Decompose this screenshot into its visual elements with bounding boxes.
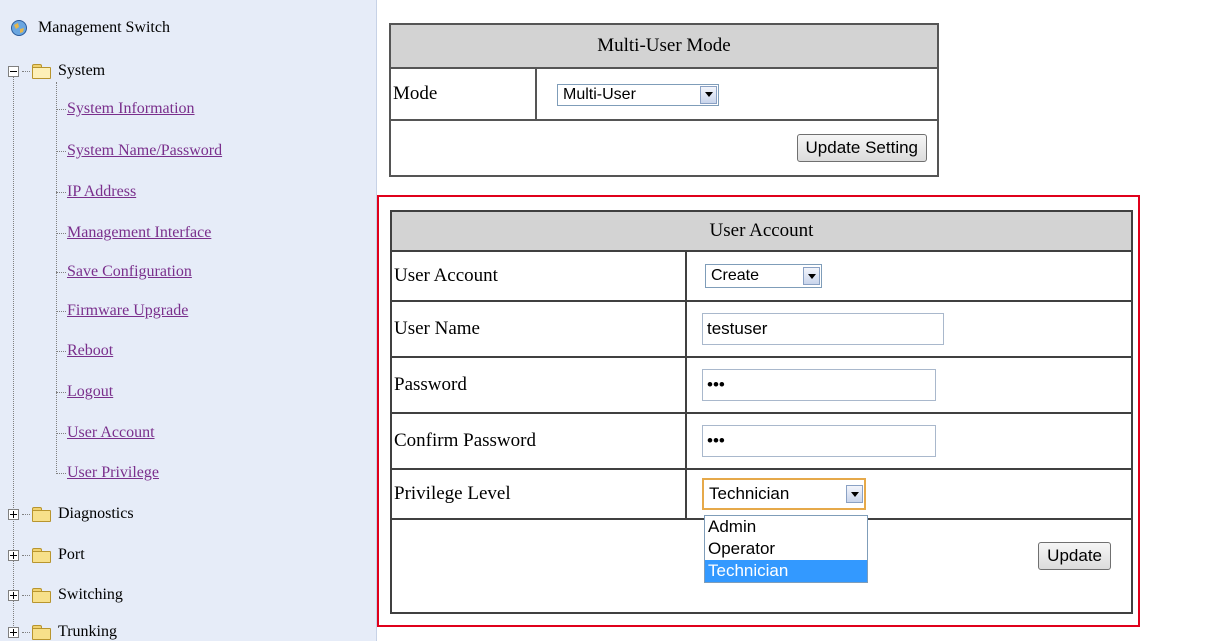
tree-node-label: Port	[58, 546, 85, 563]
tree-item-link[interactable]: System Name/Password	[67, 142, 222, 160]
folder-icon	[32, 588, 51, 603]
tree-connector	[56, 472, 66, 474]
tree-item-system-name-password[interactable]: System Name/Password	[56, 142, 222, 160]
multi-user-mode-table: Multi-User Mode Mode Multi-User Update S…	[389, 23, 939, 177]
folder-icon	[32, 548, 51, 563]
tree-expander-icon[interactable]	[8, 65, 19, 77]
privilege-option-technician[interactable]: Technician	[705, 560, 867, 582]
mode-select[interactable]: Multi-User	[557, 83, 719, 106]
password-field[interactable]: •••	[702, 369, 936, 401]
tree-item-link[interactable]: Logout	[67, 383, 113, 401]
user-account-select[interactable]: Create	[705, 264, 822, 288]
password-label: Password	[390, 356, 687, 414]
tree-item-link[interactable]: IP Address	[67, 183, 136, 201]
user-account-label: User Account	[390, 250, 687, 302]
privilege-option-operator[interactable]: Operator	[705, 538, 867, 560]
multi-user-mode-title: Multi-User Mode	[389, 23, 939, 69]
tree-node-diagnostics[interactable]: Diagnostics	[8, 505, 134, 523]
tree-item-link[interactable]: Reboot	[67, 342, 113, 360]
user-name-field[interactable]: testuser	[702, 313, 944, 345]
tree-item-firmware-upgrade[interactable]: Firmware Upgrade	[56, 302, 188, 320]
tree-item-management-interface[interactable]: Management Interface	[56, 224, 211, 242]
tree-item-system-information[interactable]: System Information	[56, 100, 195, 118]
nav-tree: Management Switch System System Informat…	[0, 0, 377, 641]
privilege-option-admin[interactable]: Admin	[705, 516, 867, 538]
tree-connector	[56, 391, 66, 393]
tree-connector	[22, 631, 30, 633]
tree-connector	[22, 594, 30, 596]
folder-icon	[32, 507, 51, 522]
tree-item-link[interactable]: Save Configuration	[67, 263, 192, 281]
tree-connector	[22, 70, 30, 72]
globe-icon	[11, 20, 27, 36]
tree-node-system[interactable]: System	[8, 62, 105, 80]
tree-node-label: Trunking	[58, 623, 117, 640]
tree-connector	[56, 150, 66, 152]
tree-root[interactable]: Management Switch	[10, 19, 170, 37]
tree-connector	[56, 432, 66, 434]
confirm-password-label: Confirm Password	[390, 412, 687, 470]
tree-connector	[22, 513, 30, 515]
tree-node-trunking[interactable]: Trunking	[8, 623, 117, 641]
tree-expander-icon[interactable]	[8, 508, 19, 520]
user-account-title: User Account	[390, 210, 1133, 252]
tree-connector	[56, 350, 66, 352]
tree-expander-icon[interactable]	[8, 549, 19, 561]
tree-item-link[interactable]: System Information	[67, 100, 195, 118]
tree-item-user-account[interactable]: User Account	[56, 424, 155, 442]
tree-connector	[56, 232, 66, 234]
tree-item-link[interactable]: User Privilege	[67, 464, 159, 482]
chevron-down-icon[interactable]	[700, 85, 717, 104]
update-button[interactable]: Update	[1038, 542, 1111, 570]
tree-item-user-privilege[interactable]: User Privilege	[56, 464, 159, 482]
tree-item-link[interactable]: Firmware Upgrade	[67, 302, 188, 320]
folder-open-icon	[32, 64, 51, 79]
confirm-password-field[interactable]: •••	[702, 425, 936, 457]
tree-expander-icon[interactable]	[8, 626, 19, 638]
user-account-select-value: Create	[711, 267, 760, 284]
tree-connector	[56, 108, 66, 110]
tree-connector	[56, 310, 66, 312]
chevron-down-icon[interactable]	[803, 267, 820, 285]
folder-icon	[32, 625, 51, 640]
tree-connector	[22, 554, 30, 556]
privilege-level-label: Privilege Level	[390, 468, 687, 520]
tree-item-link[interactable]: User Account	[67, 424, 155, 442]
update-setting-button[interactable]: Update Setting	[796, 134, 927, 162]
tree-node-switching[interactable]: Switching	[8, 586, 123, 604]
tree-node-label: System	[58, 62, 106, 79]
tree-item-link[interactable]: Management Interface	[67, 224, 211, 242]
tree-connector	[56, 271, 66, 273]
user-name-label: User Name	[390, 300, 687, 358]
mode-select-value: Multi-User	[563, 85, 636, 103]
tree-node-label: Switching	[58, 586, 123, 603]
tree-item-ip-address[interactable]: IP Address	[56, 183, 136, 201]
tree-node-port[interactable]: Port	[8, 546, 85, 564]
tree-node-label: Diagnostics	[58, 505, 134, 522]
privilege-level-dropdown: Admin Operator Technician	[704, 515, 868, 583]
privilege-level-select-value: Technician	[709, 484, 790, 503]
tree-root-label: Management Switch	[38, 19, 170, 36]
privilege-level-select[interactable]: Technician	[702, 478, 866, 510]
mode-label: Mode	[389, 67, 537, 121]
tree-item-logout[interactable]: Logout	[56, 383, 113, 401]
tree-item-save-configuration[interactable]: Save Configuration	[56, 263, 192, 281]
tree-item-reboot[interactable]: Reboot	[56, 342, 113, 360]
tree-connector	[56, 191, 66, 193]
tree-expander-icon[interactable]	[8, 589, 19, 601]
chevron-down-icon[interactable]	[846, 485, 863, 503]
